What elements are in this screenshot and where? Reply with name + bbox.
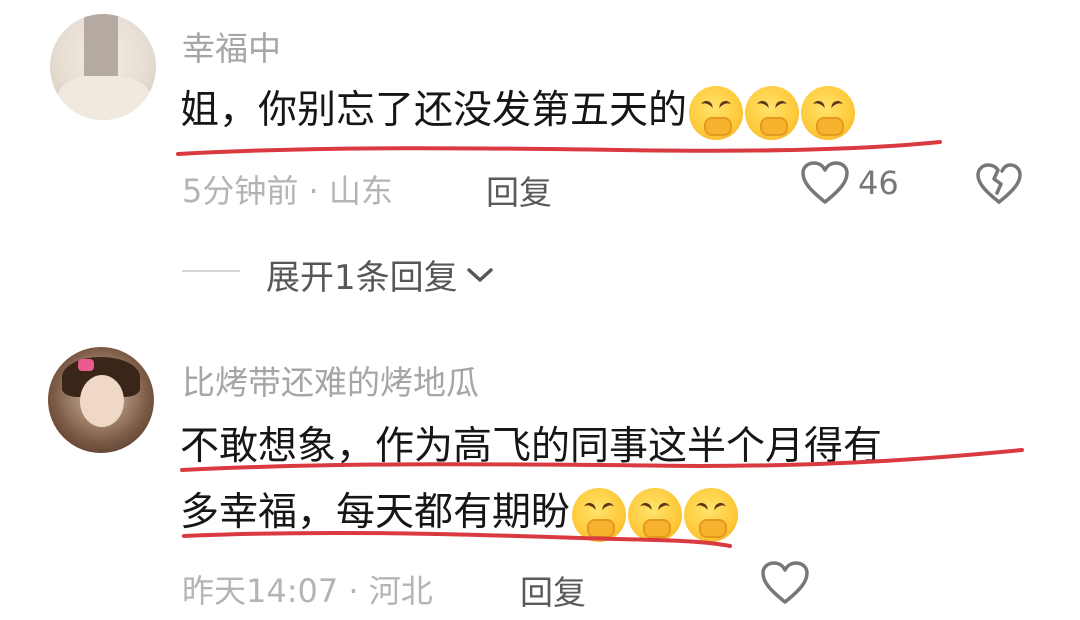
- divider-line: [182, 270, 240, 272]
- laughing-emoji-icon: [745, 85, 800, 140]
- reply-button[interactable]: 回复: [520, 566, 586, 614]
- avatar-face: [80, 375, 124, 427]
- comment-text-line-2: 多幸福，每天都有期盼: [180, 482, 739, 544]
- laughing-emoji-icon: [689, 85, 744, 140]
- like-button[interactable]: 46: [800, 160, 899, 206]
- heart-outline-icon: [761, 561, 809, 604]
- avatar-blur-patch: [84, 14, 118, 76]
- like-count: 46: [858, 164, 899, 202]
- laughing-emoji-icon: [628, 487, 683, 542]
- avatar-clothing: [58, 76, 150, 120]
- laughing-emoji-icon: [801, 85, 856, 140]
- avatar-bow: [78, 359, 94, 371]
- username[interactable]: 比烤带还难的烤地瓜: [182, 356, 479, 404]
- heart-outline-icon: [801, 161, 849, 204]
- dislike-button[interactable]: [975, 162, 1023, 206]
- emoji-group: [689, 85, 856, 140]
- laughing-emoji-icon: [684, 487, 739, 542]
- broken-heart-icon: [976, 163, 1022, 204]
- expand-replies-button[interactable]: 展开1条回复: [266, 250, 494, 299]
- comment-meta: 5分钟前 · 山东: [182, 172, 393, 210]
- comment-meta: 昨天14:07 · 河北: [182, 572, 433, 610]
- comment-text: 姐，你别忘了还没发第五天的: [180, 80, 856, 142]
- like-button[interactable]: [760, 560, 810, 606]
- comment-text-content: 姐，你别忘了还没发第五天的: [180, 88, 688, 133]
- emoji-group: [572, 487, 739, 542]
- avatar[interactable]: [50, 14, 156, 120]
- laughing-emoji-icon: [572, 487, 627, 542]
- avatar[interactable]: [48, 347, 154, 453]
- chevron-down-icon: [466, 267, 493, 282]
- underline-stroke: [176, 140, 942, 156]
- username[interactable]: 幸福中: [182, 22, 281, 70]
- reply-button[interactable]: 回复: [486, 166, 552, 214]
- comment-text-content: 多幸福，每天都有期盼: [180, 490, 571, 535]
- comment-text-line-1: 不敢想象，作为高飞的同事这半个月得有: [180, 424, 883, 469]
- expand-replies-label: 展开1条回复: [266, 258, 458, 298]
